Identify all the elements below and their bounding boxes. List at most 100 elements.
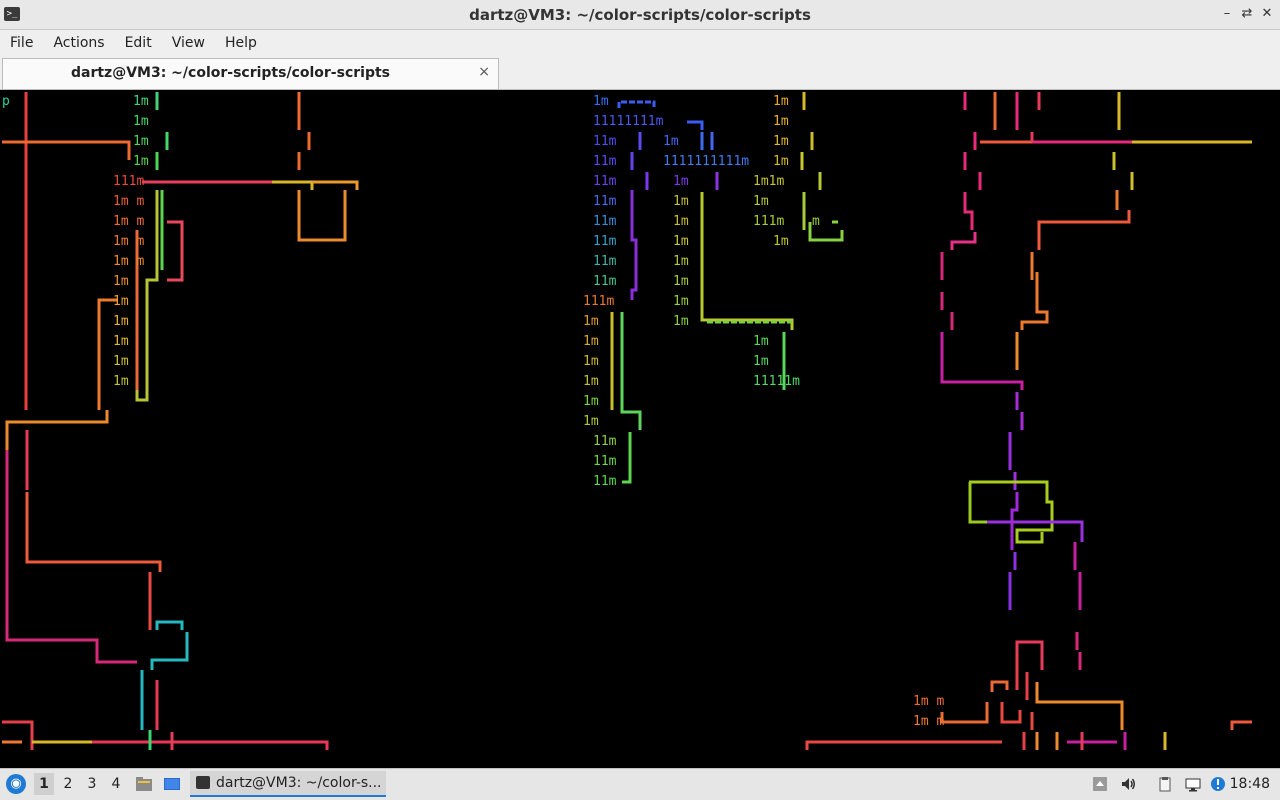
terminal-text: 1m (583, 334, 599, 349)
tab-close-icon[interactable]: × (478, 64, 490, 80)
pipe-line (297, 190, 347, 242)
clock[interactable]: 18:48 (1230, 776, 1270, 792)
taskbar-terminal-window[interactable]: dartz@VM3: ~/color-s... (190, 771, 386, 797)
file-manager-icon[interactable] (135, 775, 153, 793)
pipe-line (622, 432, 632, 484)
pipe-line (1020, 272, 1049, 330)
restore-button[interactable]: ⇄ (1238, 5, 1256, 23)
terminal-text: 1m (113, 354, 129, 369)
terminal-text: 1m1m (753, 174, 784, 189)
terminal-text: 11m (593, 174, 617, 189)
terminal-text: 11m (593, 274, 617, 289)
terminal-text: 1m (583, 394, 599, 409)
terminal-text: 11m (593, 434, 617, 449)
pipe-line (140, 620, 189, 730)
terminal-text: 111m (583, 294, 614, 309)
clipboard-icon[interactable] (1157, 776, 1173, 792)
network-icon[interactable] (1185, 776, 1201, 792)
terminal-text: 11m (593, 454, 617, 469)
terminal-text: 1m m (113, 214, 144, 229)
show-desktop-icon[interactable] (163, 775, 181, 793)
terminal-text: 1m m (913, 714, 944, 729)
updates-icon[interactable] (1210, 776, 1226, 792)
terminal-text: 1m (113, 274, 129, 289)
menu-actions[interactable]: Actions (43, 30, 114, 56)
terminal-text: 11111111m (593, 114, 664, 129)
pipe-line (5, 410, 109, 450)
menu-view[interactable]: View (162, 30, 215, 56)
terminal-text: 1m (583, 414, 599, 429)
terminal-text: 1m (673, 314, 689, 329)
workspace-1[interactable]: 1 (34, 773, 54, 795)
pipe-line (963, 192, 974, 230)
terminal-text: 1m (593, 94, 609, 109)
terminal-text: 1m (673, 274, 689, 289)
menu-file[interactable]: File (0, 30, 43, 56)
pipes-drawing: p 1m 1m 1m 1m 111m 1m m 1m m 1m m 1m m 1… (2, 92, 1252, 750)
pipe-line (805, 740, 1002, 750)
pipe-line (1037, 210, 1131, 250)
terminal-text: 1m (113, 294, 129, 309)
terminal-text: 11m (593, 194, 617, 209)
terminal-text: 1m (773, 114, 789, 129)
workspace-2[interactable]: 2 (58, 773, 78, 795)
pipe-line (25, 492, 162, 572)
terminal-text: 1m m (113, 254, 144, 269)
pipe-line (312, 180, 359, 190)
terminal-text: 1m (133, 114, 149, 129)
terminal-output[interactable]: p 1m 1m 1m 1m 111m 1m m 1m m 1m m 1m m 1… (2, 90, 1278, 766)
terminal-text: 11m (593, 134, 617, 149)
terminal-text: 1m (133, 134, 149, 149)
pipe-line (968, 482, 987, 524)
menu-edit[interactable]: Edit (115, 30, 162, 56)
volume-icon[interactable] (1120, 776, 1136, 792)
pipe-line (620, 312, 642, 430)
tray-arrow-icon[interactable] (1092, 776, 1108, 792)
close-window-button[interactable]: ✕ (1258, 5, 1276, 23)
terminal-text: 11111m (753, 374, 800, 389)
pipe-line (1015, 640, 1044, 670)
terminal-text: 11m (593, 214, 617, 229)
terminal-text: 1m (773, 154, 789, 169)
terminal-text: 1m (133, 154, 149, 169)
terminal-text: 1m m (113, 234, 144, 249)
terminal-text-fragments: p 1m 1m 1m 1m 111m 1m m 1m m 1m m 1m m 1… (2, 94, 944, 729)
pipe-line (940, 332, 1024, 390)
terminal-text: 1m (133, 94, 149, 109)
pipe-line (687, 120, 704, 130)
terminal-text: p (2, 94, 10, 109)
terminal-text: 1m (673, 214, 689, 229)
terminal-text: 1m (753, 194, 769, 209)
terminal-text: 11m (593, 474, 617, 489)
pipe-line (950, 232, 977, 250)
terminal-text: 11m (593, 254, 617, 269)
terminal-text: 11m (593, 234, 617, 249)
terminal-text: 1m (113, 334, 129, 349)
terminal-text: 1m (773, 94, 789, 109)
window-titlebar: >_ dartz@VM3: ~/color-scripts/color-scri… (0, 0, 1280, 30)
terminal-text: 1m (663, 134, 679, 149)
terminal-text: 1m m (913, 694, 944, 709)
pipe-line (92, 740, 329, 750)
terminal-text: 1m (583, 374, 599, 389)
pipe-line (167, 220, 184, 282)
pipe-line (2, 140, 131, 160)
start-menu-icon[interactable]: ◉ (6, 774, 26, 794)
terminal-text: 1m (583, 354, 599, 369)
pipe-line (700, 192, 794, 330)
menu-help[interactable]: Help (215, 30, 267, 56)
pipe-line (940, 680, 1009, 724)
pipe-line (617, 100, 656, 108)
terminal-tab[interactable]: dartz@VM3: ~/color-scripts/color-scripts… (2, 58, 499, 89)
terminal-task-icon (196, 776, 210, 789)
terminal-text: 1m (773, 234, 789, 249)
window-title: dartz@VM3: ~/color-scripts/color-scripts (469, 6, 811, 24)
pipe-line (1000, 702, 1022, 724)
terminal-text: 1m (673, 294, 689, 309)
workspace-3[interactable]: 3 (82, 773, 102, 795)
terminal-text: 1m (673, 174, 689, 189)
tab-label: dartz@VM3: ~/color-scripts/color-scripts (70, 65, 390, 81)
workspace-4[interactable]: 4 (106, 773, 126, 795)
task-label: dartz@VM3: ~/color-s... (216, 775, 382, 791)
minimize-button[interactable]: – (1218, 5, 1236, 23)
